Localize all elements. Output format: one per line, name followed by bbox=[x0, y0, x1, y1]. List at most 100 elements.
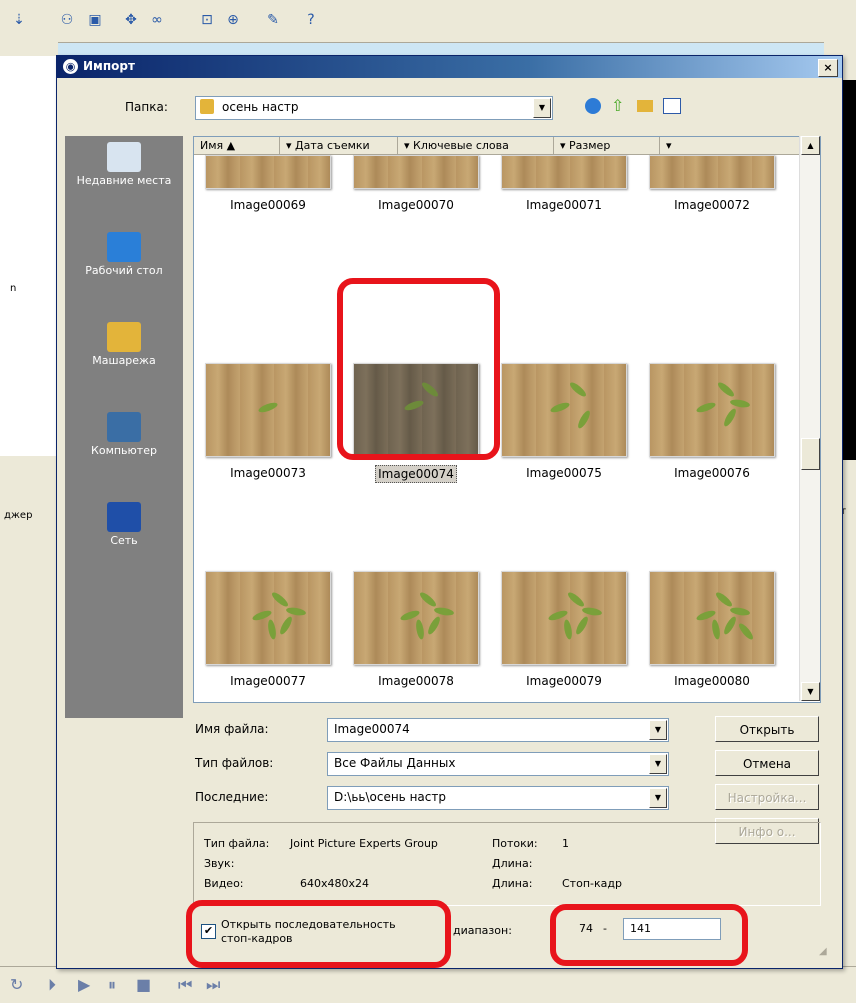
thumbnail bbox=[205, 155, 331, 189]
file-name: Image00078 bbox=[378, 674, 454, 688]
image-icon[interactable]: ▣ bbox=[84, 10, 106, 30]
stop-icon[interactable]: ■ bbox=[136, 975, 151, 994]
scroll-up-icon[interactable]: ▲ bbox=[801, 136, 820, 155]
file-item[interactable]: Image00076 bbox=[642, 363, 782, 481]
vertical-scrollbar[interactable]: ▲ ▼ bbox=[799, 136, 820, 701]
next-frame-icon[interactable]: ⏭ bbox=[206, 975, 220, 995]
file-name: Image00073 bbox=[230, 466, 306, 480]
crop-icon[interactable]: ⊡ bbox=[196, 10, 218, 30]
filename-input[interactable]: Image00074 ▼ bbox=[327, 718, 669, 742]
place-desktop[interactable]: Рабочий стол bbox=[65, 232, 183, 277]
column-name[interactable]: Имя ▲ bbox=[194, 137, 280, 155]
recent-select[interactable]: D:\ьь\осень настр ▼ bbox=[327, 786, 669, 810]
left-fragment: n bbox=[10, 283, 17, 294]
cancel-button[interactable]: Отмена bbox=[715, 750, 819, 776]
file-name: Image00075 bbox=[526, 466, 602, 480]
places-bar: Недавние места Рабочий стол Машарежа Ком… bbox=[65, 136, 183, 718]
folder-icon bbox=[200, 99, 214, 114]
file-info-panel: Тип файла: Joint Picture Experts Group П… bbox=[193, 822, 821, 906]
column-date[interactable]: ▾ Дата съемки bbox=[280, 137, 398, 155]
place-recent[interactable]: Недавние места bbox=[65, 142, 183, 187]
file-item[interactable]: Image00080 bbox=[642, 571, 782, 689]
snap-icon[interactable]: ✥ bbox=[120, 10, 142, 30]
info-sound-label: Звук: bbox=[204, 857, 235, 870]
chevron-down-icon[interactable]: ▼ bbox=[533, 98, 551, 118]
file-name: Image00076 bbox=[674, 466, 750, 480]
filetype-label: Тип файлов: bbox=[195, 756, 274, 770]
file-item[interactable]: Image00077 bbox=[198, 571, 338, 689]
file-list[interactable]: Имя ▲ ▾ Дата съемки ▾ Ключевые слова ▾ Р… bbox=[193, 136, 821, 703]
up-folder-icon[interactable]: ⇧ bbox=[611, 96, 624, 115]
play-from-start-icon[interactable]: ⏵ bbox=[48, 975, 56, 995]
app-toolbar: ⇣ ⚇ ▣ ✥ ∞ ⊡ ⊕ ✎ ? bbox=[0, 0, 856, 43]
desktop-icon bbox=[107, 232, 141, 262]
info-streams-value: 1 bbox=[562, 837, 569, 850]
file-name: Image00079 bbox=[526, 674, 602, 688]
resize-grip-icon[interactable]: ◢ bbox=[819, 946, 827, 957]
settings-button[interactable]: Настройка... bbox=[715, 784, 819, 810]
chevron-down-icon[interactable]: ▼ bbox=[649, 788, 667, 808]
file-item[interactable]: Image00071 bbox=[494, 155, 634, 213]
place-network[interactable]: Сеть bbox=[65, 502, 183, 547]
file-item[interactable]: Image00075 bbox=[494, 363, 634, 481]
file-item[interactable]: Image00073 bbox=[198, 363, 338, 481]
thumbnail bbox=[501, 571, 627, 665]
chevron-down-icon[interactable]: ▼ bbox=[649, 720, 667, 740]
left-tab-fragment: джер bbox=[4, 510, 33, 521]
prev-frame-icon[interactable]: ⏮ bbox=[178, 975, 192, 995]
folder-value: осень настр bbox=[222, 100, 299, 114]
file-item[interactable]: Image00078 bbox=[346, 571, 486, 689]
play-icon[interactable]: ▶ bbox=[78, 975, 90, 994]
file-item[interactable]: Image00069 bbox=[198, 155, 338, 213]
highlight-sequence-checkbox bbox=[186, 900, 451, 968]
info-filetype-label: Тип файла: bbox=[204, 837, 270, 850]
column-more[interactable]: ▾ bbox=[660, 137, 800, 155]
thumbnail bbox=[649, 571, 775, 665]
toolbar-icon[interactable]: ⇣ bbox=[8, 10, 30, 30]
thumbnail bbox=[205, 571, 331, 665]
file-item[interactable]: Image00079 bbox=[494, 571, 634, 689]
file-item[interactable]: Image00070 bbox=[346, 155, 486, 213]
network-icon[interactable]: ⚇ bbox=[56, 10, 78, 30]
thumbnail bbox=[353, 571, 479, 665]
folder-combo[interactable]: осень настр ▼ bbox=[195, 96, 553, 120]
brush-icon[interactable]: ✎ bbox=[262, 10, 284, 30]
folder-label: Папка: bbox=[125, 100, 168, 114]
info-length2-value: Стоп-кадр bbox=[562, 877, 622, 890]
link-icon[interactable]: ∞ bbox=[146, 10, 168, 30]
close-button[interactable]: × bbox=[818, 59, 838, 77]
zoom-icon[interactable]: ⊕ bbox=[222, 10, 244, 30]
thumbnail bbox=[501, 155, 627, 189]
dialog-title: Импорт bbox=[83, 59, 135, 73]
scroll-down-icon[interactable]: ▼ bbox=[801, 682, 820, 701]
highlight-selected-file bbox=[337, 278, 500, 460]
column-keywords[interactable]: ▾ Ключевые слова bbox=[398, 137, 554, 155]
place-computer[interactable]: Компьютер bbox=[65, 412, 183, 457]
chevron-down-icon[interactable]: ▼ bbox=[649, 754, 667, 774]
pause-icon[interactable]: ⏸ bbox=[108, 975, 116, 995]
loop-icon[interactable]: ↻ bbox=[10, 975, 23, 994]
place-user[interactable]: Машарежа bbox=[65, 322, 183, 367]
thumbnail bbox=[353, 155, 479, 189]
new-folder-icon[interactable] bbox=[637, 100, 653, 112]
highlight-range bbox=[550, 904, 748, 966]
computer-icon bbox=[107, 412, 141, 442]
file-name: Image00069 bbox=[230, 198, 306, 212]
info-streams-label: Потоки: bbox=[492, 837, 538, 850]
info-video-label: Видео: bbox=[204, 877, 244, 890]
file-name: Image00080 bbox=[674, 674, 750, 688]
view-menu-icon[interactable] bbox=[663, 98, 681, 114]
filetype-select[interactable]: Все Файлы Данных ▼ bbox=[327, 752, 669, 776]
open-button[interactable]: Открыть bbox=[715, 716, 819, 742]
thumbnail bbox=[205, 363, 331, 457]
column-size[interactable]: ▾ Размер bbox=[554, 137, 660, 155]
scroll-thumb[interactable] bbox=[801, 438, 820, 470]
info-video-value: 640x480x24 bbox=[300, 877, 370, 890]
filename-label: Имя файла: bbox=[195, 722, 269, 736]
file-item[interactable]: Image00072 bbox=[642, 155, 782, 213]
recent-places-icon bbox=[107, 142, 141, 172]
back-icon[interactable] bbox=[585, 98, 601, 114]
file-name: Image00070 bbox=[378, 198, 454, 212]
help-pointer-icon[interactable]: ? bbox=[300, 10, 322, 30]
app-left-white bbox=[0, 56, 59, 456]
